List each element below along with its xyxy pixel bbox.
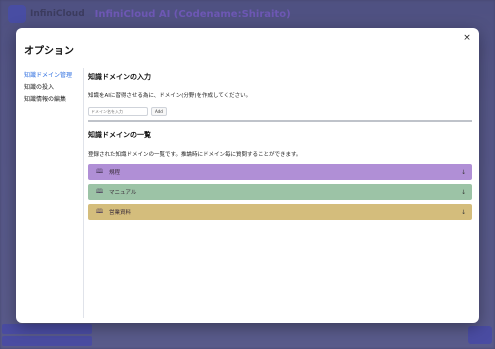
book-icon: 🕮 bbox=[96, 168, 104, 175]
section-divider bbox=[88, 120, 472, 122]
modal-title: オプション bbox=[24, 46, 74, 57]
domain-label: 規程 bbox=[109, 170, 121, 176]
add-domain-button[interactable]: Add bbox=[151, 107, 167, 116]
domain-item-regulations[interactable]: 🕮 規程 ↓ bbox=[88, 164, 472, 180]
domain-item-sales-materials[interactable]: 🕮 営業資料 ↓ bbox=[88, 204, 472, 220]
domain-label: 営業資料 bbox=[109, 210, 132, 216]
sidebar-item-domain-management[interactable]: 知識ドメイン管理 bbox=[24, 70, 84, 82]
sidebar-divider bbox=[83, 68, 84, 318]
book-icon: 🕮 bbox=[96, 208, 104, 215]
arrow-down-icon[interactable]: ↓ bbox=[461, 169, 466, 176]
sidebar-item-knowledge-input[interactable]: 知識の投入 bbox=[24, 82, 84, 94]
book-icon: 🕮 bbox=[96, 188, 104, 195]
input-section-heading: 知識ドメインの入力 bbox=[88, 73, 151, 81]
domain-input-row: Add bbox=[88, 107, 472, 116]
input-section-description: 知識をAIに習得させる為に、ドメイン(分野)を作成してください。 bbox=[88, 93, 252, 99]
arrow-down-icon[interactable]: ↓ bbox=[461, 209, 466, 216]
list-section-description: 登録された知識ドメインの一覧です。推論時にドメイン毎に質問することができます。 bbox=[88, 152, 302, 158]
options-content: 知識ドメインの入力 知識をAIに習得させる為に、ドメイン(分野)を作成してくださ… bbox=[88, 72, 472, 224]
list-section-heading: 知識ドメインの一覧 bbox=[88, 131, 151, 139]
domain-list: 🕮 規程 ↓ 🕮 マニュアル ↓ 🕮 営業資料 ↓ bbox=[88, 164, 472, 220]
domain-label: マニュアル bbox=[109, 190, 137, 196]
options-modal: オプション × 知識ドメイン管理 知識の投入 知識情報の編集 知識ドメインの入力… bbox=[16, 28, 479, 323]
options-sidebar: 知識ドメイン管理 知識の投入 知識情報の編集 bbox=[24, 70, 84, 106]
sidebar-item-knowledge-edit[interactable]: 知識情報の編集 bbox=[24, 94, 84, 106]
domain-name-input[interactable] bbox=[88, 107, 148, 116]
arrow-down-icon[interactable]: ↓ bbox=[461, 189, 466, 196]
domain-item-manual[interactable]: 🕮 マニュアル ↓ bbox=[88, 184, 472, 200]
close-button[interactable]: × bbox=[461, 32, 473, 44]
